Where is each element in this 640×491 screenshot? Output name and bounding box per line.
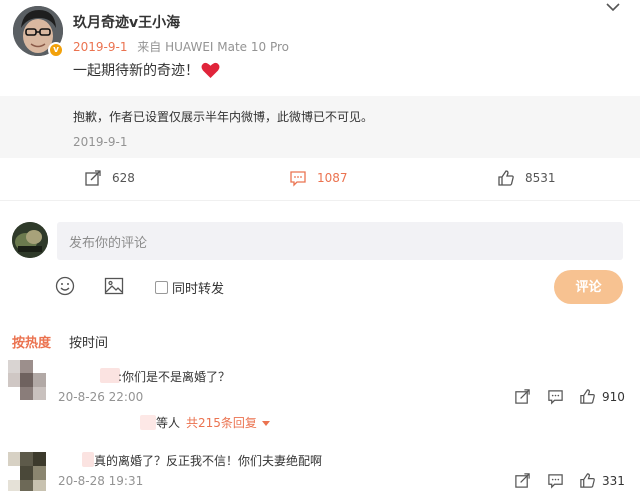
view-replies-link[interactable]: 共215条回复 xyxy=(186,414,257,431)
chevron-down-icon[interactable] xyxy=(604,1,622,15)
action-bar: 628 1087 8531 xyxy=(0,165,640,195)
forward-icon xyxy=(85,170,101,186)
forward-checkbox-group[interactable]: 同时转发 xyxy=(155,278,224,297)
like-button[interactable]: 8531 xyxy=(497,169,556,187)
red-heart-icon xyxy=(201,62,220,78)
reply-suffix: 等人 xyxy=(156,416,181,430)
comment-text: :你们是不是离婚了？ xyxy=(118,370,231,384)
tab-sort-hot[interactable]: 按热度 xyxy=(12,332,51,351)
post-source: 来自 HUAWEI Mate 10 Pro xyxy=(137,40,290,54)
forward-icon[interactable] xyxy=(514,472,531,489)
post-date[interactable]: 2019-9-1 xyxy=(73,40,127,54)
forward-button[interactable]: 628 xyxy=(84,169,135,187)
commenter-avatar[interactable] xyxy=(8,452,46,491)
forward-checkbox[interactable] xyxy=(155,281,168,294)
emoji-icon[interactable] xyxy=(55,276,75,296)
comment-button[interactable]: 1087 xyxy=(289,169,348,187)
forward-checkbox-label: 同时转发 xyxy=(172,282,225,297)
tab-sort-time[interactable]: 按时间 xyxy=(69,332,108,351)
thumbs-up-icon[interactable] xyxy=(579,472,596,489)
author-name[interactable]: 玖月奇迹v王小海 xyxy=(73,12,180,32)
caret-down-icon xyxy=(261,420,270,426)
forward-count: 628 xyxy=(112,171,135,185)
comment-count: 1087 xyxy=(317,171,348,185)
comment-sort-tabs: 按热度 按时间 xyxy=(12,332,108,351)
post-meta: 2019-9-1 来自 HUAWEI Mate 10 Pro xyxy=(73,38,289,55)
post-text: 一起期待新的奇迹！ xyxy=(73,60,220,80)
comment-like-count: 910 xyxy=(602,390,625,404)
comment-date: 20-8-26 22:00 xyxy=(58,390,144,404)
post-text-content: 一起期待新的奇迹！ xyxy=(73,63,199,79)
comment-date: 20-8-28 19:31 xyxy=(58,474,144,488)
comment-placeholder: 发布你的评论 xyxy=(69,236,148,251)
verified-badge-icon: v xyxy=(48,42,64,58)
divider xyxy=(0,200,640,201)
thumbs-up-icon xyxy=(498,170,514,186)
image-icon[interactable] xyxy=(104,276,124,296)
submit-comment-button[interactable]: 评论 xyxy=(554,270,623,304)
replier-name[interactable] xyxy=(140,415,156,430)
retweet-date[interactable]: 2019-9-1 xyxy=(73,135,127,149)
reply-icon[interactable] xyxy=(547,472,564,489)
forward-icon[interactable] xyxy=(514,388,531,405)
commenter-name[interactable] xyxy=(82,452,94,467)
comment-text: 真的离婚了？反正我不信！你们夫妻绝配啊 xyxy=(94,454,323,468)
commenter-avatar[interactable] xyxy=(8,360,46,400)
comment-like-count: 331 xyxy=(602,474,625,488)
comment-input[interactable]: 发布你的评论 xyxy=(57,222,623,260)
reply-summary[interactable]: 等人 共215条回复 xyxy=(140,414,272,431)
retweet-box: 抱歉，作者已设置仅展示半年内微博，此微博已不可见。 2019-9-1 xyxy=(0,96,640,158)
comment-icon xyxy=(290,171,306,187)
commenter-name[interactable] xyxy=(100,368,120,383)
reply-icon[interactable] xyxy=(547,388,564,405)
thumbs-up-icon[interactable] xyxy=(579,388,596,405)
current-user-avatar[interactable] xyxy=(12,222,48,258)
like-count: 8531 xyxy=(525,171,556,185)
retweet-unavailable-message: 抱歉，作者已设置仅展示半年内微博，此微博已不可见。 xyxy=(73,110,374,124)
